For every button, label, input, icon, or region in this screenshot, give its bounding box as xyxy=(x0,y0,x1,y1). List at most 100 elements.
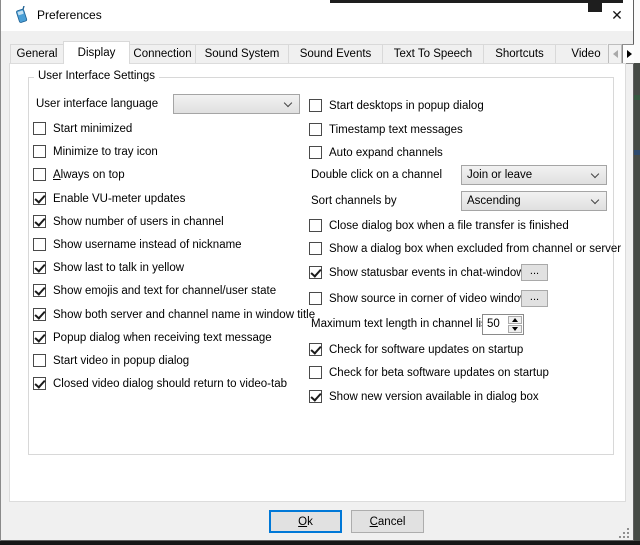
tab-label: Sound System xyxy=(205,48,280,60)
checkbox-row-show-username[interactable]: Show username instead of nickname xyxy=(33,236,242,253)
checkbox-row-video-popup[interactable]: Start video in popup dialog xyxy=(33,352,189,369)
checkbox-label: Show source in corner of video window xyxy=(329,293,528,305)
checkbox-row-window-title[interactable]: Show both server and channel name in win… xyxy=(33,306,315,323)
checkbox-row-statusbar-events[interactable]: Show statusbar events in chat-window xyxy=(309,264,525,281)
checkbox-label: Popup dialog when receiving text message xyxy=(53,332,272,344)
checkbox-label: Timestamp text messages xyxy=(329,124,463,136)
tab-display[interactable]: Display xyxy=(63,41,130,64)
video-source-more-button[interactable]: ... xyxy=(521,290,548,307)
checkbox-label: Start video in popup dialog xyxy=(53,355,189,367)
sort-channels-combobox[interactable]: Ascending xyxy=(461,191,607,211)
label-rest: lways on top xyxy=(61,169,125,181)
spin-up-button[interactable] xyxy=(508,316,522,324)
tab-label: Text To Speech xyxy=(394,48,472,60)
checkbox-row-minimize-to-tray[interactable]: Minimize to tray icon xyxy=(33,143,158,160)
checkbox-row-video-tab-return[interactable]: Closed video dialog should return to vid… xyxy=(33,375,287,392)
checkbox-video-popup[interactable] xyxy=(33,354,46,367)
checkbox-row-close-file-transfer[interactable]: Close dialog box when a file transfer is… xyxy=(309,217,569,234)
checkbox-row-emojis[interactable]: Show emojis and text for channel/user st… xyxy=(33,282,276,299)
checkbox-label: Closed video dialog should return to vid… xyxy=(53,378,287,390)
combobox-value: Ascending xyxy=(467,195,521,207)
checkbox-statusbar-events[interactable] xyxy=(309,266,322,279)
ok-button[interactable]: Ok xyxy=(269,510,342,533)
checkbox-row-beta-updates[interactable]: Check for beta software updates on start… xyxy=(309,364,549,381)
max-text-length-label: Maximum text length in channel list xyxy=(311,316,490,333)
checkbox-auto-expand[interactable] xyxy=(309,146,322,159)
checkbox-window-title[interactable] xyxy=(33,308,46,321)
tab-bar: General Display Connection Sound System … xyxy=(10,40,607,64)
checkbox-row-timestamp[interactable]: Timestamp text messages xyxy=(309,121,463,138)
checkbox-label: Show new version available in dialog box xyxy=(329,391,539,403)
checkbox-row-popup-text-message[interactable]: Popup dialog when receiving text message xyxy=(33,329,272,346)
tab-label: Sound Events xyxy=(300,48,372,60)
checkbox-label: Start minimized xyxy=(53,123,132,135)
checkbox-row-show-user-count[interactable]: Show number of users in channel xyxy=(33,213,224,230)
close-button[interactable]: ✕ xyxy=(601,1,633,30)
tab-text-to-speech[interactable]: Text To Speech xyxy=(382,44,484,63)
tab-video[interactable]: Video xyxy=(555,44,607,63)
cancel-label: Cancel xyxy=(370,516,406,528)
triangle-down-icon xyxy=(512,327,518,331)
tab-general[interactable]: General xyxy=(10,44,64,63)
chevron-down-icon xyxy=(591,170,599,178)
checkbox-row-vu-meter[interactable]: Enable VU-meter updates xyxy=(33,190,185,207)
resize-grip[interactable] xyxy=(619,528,621,530)
double-click-label: Double click on a channel xyxy=(311,167,442,184)
triangle-up-icon xyxy=(512,318,518,322)
checkbox-row-always-on-top[interactable]: Always on top xyxy=(33,166,125,183)
checkbox-software-updates[interactable] xyxy=(309,343,322,356)
chevron-down-icon xyxy=(284,99,292,107)
checkbox-new-version-dialog[interactable] xyxy=(309,390,322,403)
tab-shortcuts[interactable]: Shortcuts xyxy=(483,44,556,63)
mnemonic-underline: O xyxy=(298,516,307,528)
checkbox-label: Show number of users in channel xyxy=(53,216,224,228)
checkbox-beta-updates[interactable] xyxy=(309,366,322,379)
checkbox-video-tab-return[interactable] xyxy=(33,377,46,390)
desktop-sliver-bottom xyxy=(0,541,640,545)
max-text-length-spinbox[interactable]: 50 xyxy=(482,314,524,335)
checkbox-row-desktops-popup[interactable]: Start desktops in popup dialog xyxy=(309,97,484,114)
chevron-down-icon xyxy=(591,196,599,204)
double-click-combobox[interactable]: Join or leave xyxy=(461,165,607,185)
checkbox-vu-meter[interactable] xyxy=(33,192,46,205)
checkbox-label: Check for software updates on startup xyxy=(329,344,523,356)
checkbox-row-auto-expand[interactable]: Auto expand channels xyxy=(309,144,443,161)
checkbox-row-last-to-talk[interactable]: Show last to talk in yellow xyxy=(33,259,184,276)
checkbox-close-file-transfer[interactable] xyxy=(309,219,322,232)
tab-connection[interactable]: Connection xyxy=(129,44,196,63)
tab-scroll-left-button[interactable] xyxy=(608,44,622,64)
desktop-sliver-top-notch xyxy=(588,0,602,12)
tab-sound-system[interactable]: Sound System xyxy=(195,44,289,63)
tab-label: Video xyxy=(571,48,600,60)
close-icon: ✕ xyxy=(611,7,623,24)
checkbox-popup-text-message[interactable] xyxy=(33,331,46,344)
checkbox-label: Show a dialog box when excluded from cha… xyxy=(329,243,621,255)
checkbox-always-on-top[interactable] xyxy=(33,168,46,181)
checkbox-excluded-dialog[interactable] xyxy=(309,242,322,255)
checkbox-row-software-updates[interactable]: Check for software updates on startup xyxy=(309,341,523,358)
language-combobox[interactable] xyxy=(173,94,300,114)
checkbox-timestamp[interactable] xyxy=(309,123,322,136)
checkbox-minimize-to-tray[interactable] xyxy=(33,145,46,158)
checkbox-video-source-corner[interactable] xyxy=(309,292,322,305)
checkbox-desktops-popup[interactable] xyxy=(309,99,322,112)
cancel-button[interactable]: Cancel xyxy=(351,510,424,533)
spin-down-button[interactable] xyxy=(508,325,522,333)
checkbox-show-username[interactable] xyxy=(33,238,46,251)
checkbox-show-user-count[interactable] xyxy=(33,215,46,228)
checkbox-row-start-minimized[interactable]: Start minimized xyxy=(33,120,132,137)
tab-sound-events[interactable]: Sound Events xyxy=(288,44,383,63)
checkbox-emojis[interactable] xyxy=(33,284,46,297)
checkbox-last-to-talk[interactable] xyxy=(33,261,46,274)
desktop-sliver-right xyxy=(634,63,640,545)
tab-label: Connection xyxy=(133,48,191,60)
checkbox-start-minimized[interactable] xyxy=(33,122,46,135)
spinbox-value[interactable]: 50 xyxy=(483,315,507,334)
checkbox-row-new-version-dialog[interactable]: Show new version available in dialog box xyxy=(309,388,539,405)
scroll-right-icon xyxy=(627,50,632,58)
checkbox-row-video-source-corner[interactable]: Show source in corner of video window xyxy=(309,290,528,307)
statusbar-events-more-button[interactable]: ... xyxy=(521,264,548,281)
preferences-dialog: Preferences ✕ General Display Connection… xyxy=(0,0,634,541)
app-icon xyxy=(12,6,31,25)
checkbox-row-excluded-dialog[interactable]: Show a dialog box when excluded from cha… xyxy=(309,240,621,257)
